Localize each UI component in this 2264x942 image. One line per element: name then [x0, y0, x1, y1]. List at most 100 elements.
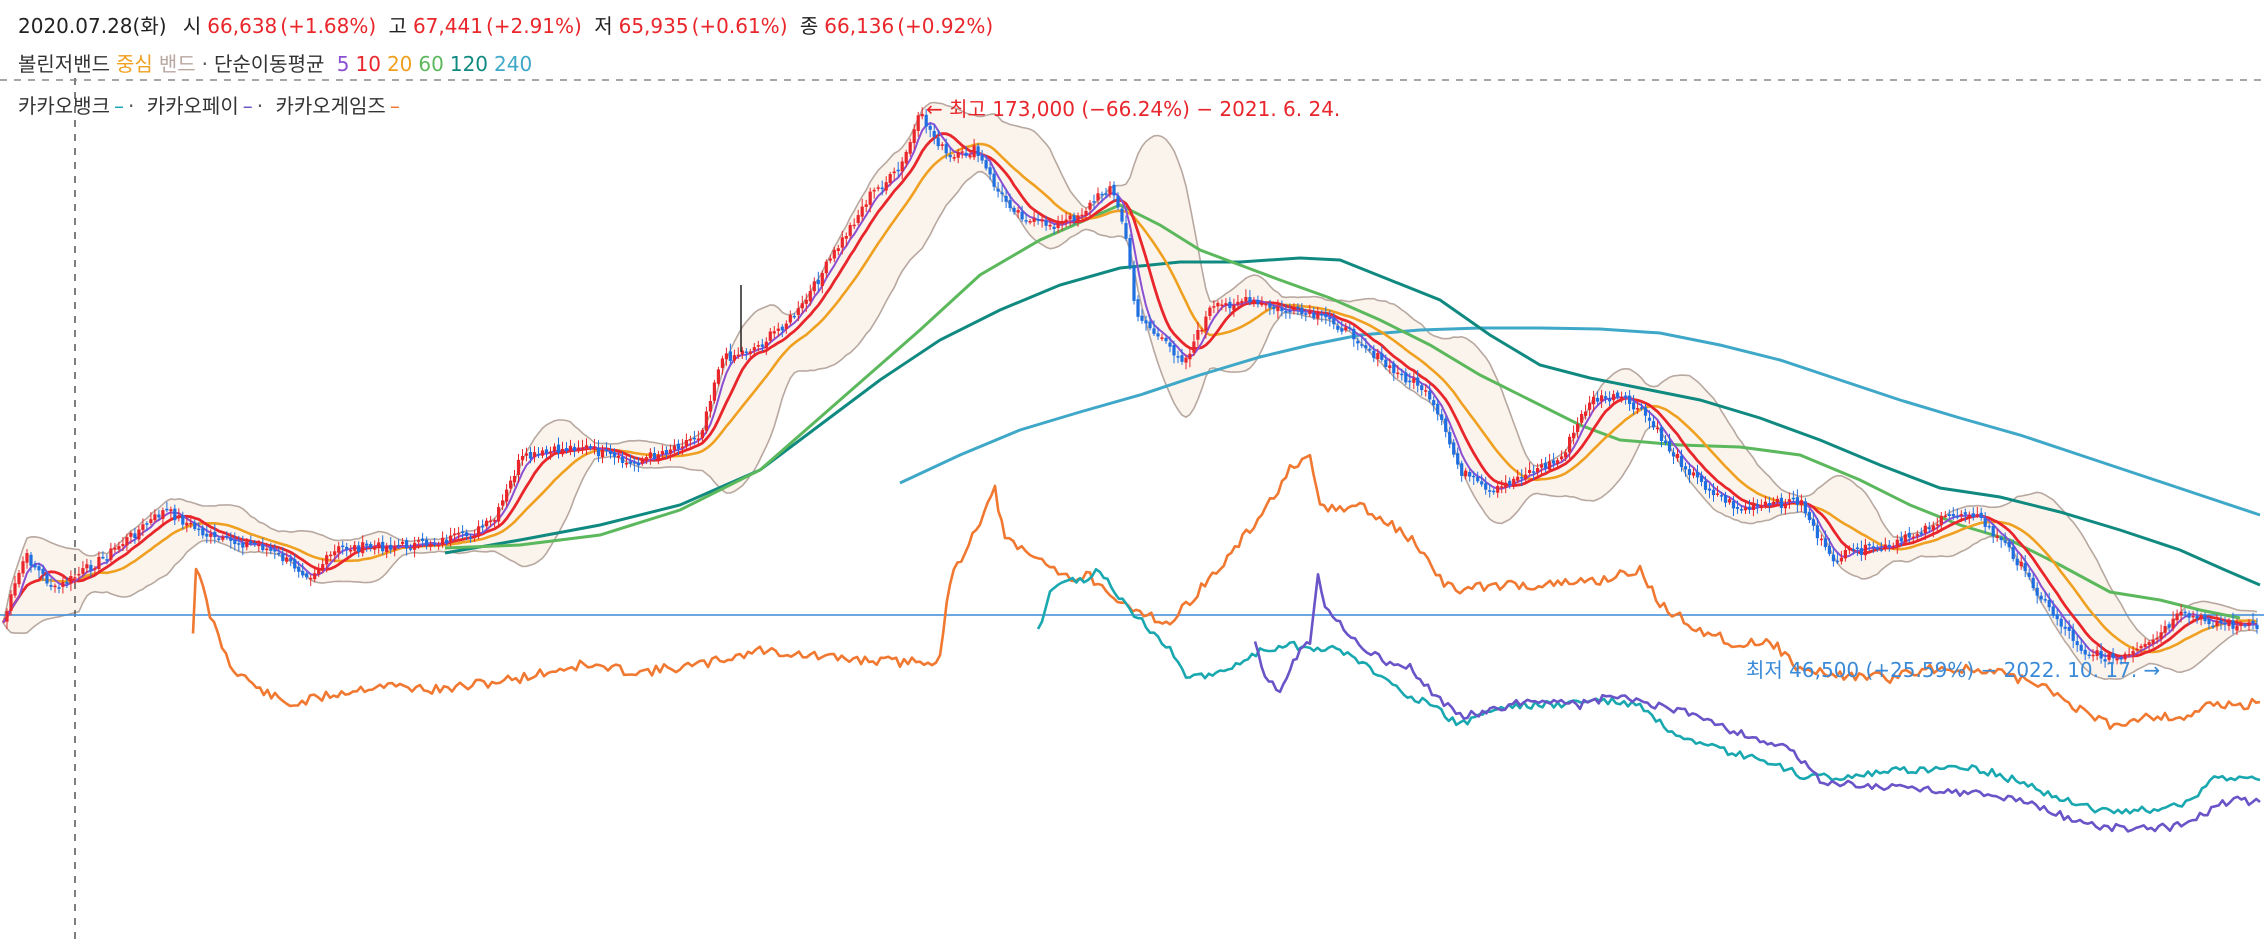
candle-body	[165, 508, 169, 511]
candle-body	[181, 515, 185, 525]
candle-body	[1759, 505, 1763, 509]
candle-body	[2223, 622, 2227, 625]
candle-body	[608, 451, 613, 455]
candle-body	[968, 155, 972, 158]
candle-body	[1903, 534, 1907, 543]
candle-body	[1000, 192, 1004, 195]
compare-kakaobank-label[interactable]: 카카오뱅크	[18, 94, 110, 118]
candle-body	[1568, 436, 1572, 453]
candle-body	[233, 540, 237, 544]
candle-body	[660, 451, 664, 455]
candle-body	[596, 447, 601, 457]
compare-kakaopay-label[interactable]: 카카오페이	[147, 94, 239, 118]
candle-body	[377, 542, 381, 548]
candle-body	[1791, 497, 1795, 500]
candle-body	[17, 573, 21, 585]
candle-body	[584, 445, 589, 449]
candle-body	[125, 537, 129, 546]
sma-label[interactable]: 단순이동평균	[214, 52, 324, 76]
candle-body	[984, 160, 988, 169]
candle-body	[1460, 463, 1464, 476]
candle-body	[628, 461, 632, 464]
candle-body	[780, 326, 784, 331]
candle-body	[1160, 337, 1164, 339]
candle-body	[1324, 314, 1328, 318]
candle-body	[413, 542, 417, 550]
candle-body	[1292, 308, 1296, 311]
candle-body	[980, 155, 984, 161]
candle-body	[1931, 525, 1935, 531]
candle-body	[1576, 424, 1580, 432]
candle-body	[1915, 534, 1919, 536]
candle-body	[497, 507, 501, 522]
candle-body	[1544, 462, 1548, 469]
candle-body	[1252, 300, 1256, 303]
candle-body	[1096, 193, 1100, 201]
candle-body	[217, 538, 221, 540]
candle-body	[560, 448, 565, 455]
candle-body	[2075, 641, 2079, 646]
candle-body	[1859, 548, 1863, 555]
candle-body	[516, 459, 521, 475]
candle-body	[437, 545, 441, 547]
candle-body	[1596, 397, 1600, 402]
candle-body	[1056, 222, 1060, 228]
candle-body	[708, 401, 712, 412]
candle-body	[972, 145, 976, 158]
price-chart[interactable]	[0, 0, 2264, 942]
candle-body	[576, 447, 581, 452]
candle-body	[1120, 208, 1124, 222]
candle-body	[1911, 536, 1915, 539]
legend-dot: ·	[128, 94, 135, 118]
candle-body	[1779, 497, 1783, 508]
candle-body	[1572, 432, 1576, 439]
high-value: 67,441	[412, 14, 483, 38]
candle-body	[2219, 620, 2223, 623]
candle-body	[61, 582, 65, 587]
candle-body	[1927, 527, 1931, 530]
candle-body	[932, 131, 936, 137]
candle-body	[928, 125, 932, 130]
candle-body	[1556, 460, 1560, 464]
candle-body	[309, 577, 313, 580]
close-label: 종	[799, 14, 819, 38]
candle-body	[892, 171, 896, 174]
legend-dot: ·	[256, 94, 264, 118]
chart-background-layer	[2, 101, 2258, 681]
sma-period-60: 60	[418, 52, 444, 76]
candle-body	[1899, 537, 1903, 542]
candle-body	[1671, 452, 1676, 457]
candle-body	[1476, 476, 1480, 482]
candle-body	[1168, 342, 1172, 347]
candle-body	[1144, 320, 1148, 324]
candle-body	[237, 543, 241, 545]
candle-body	[1703, 480, 1708, 490]
candle-body	[1955, 516, 1959, 518]
compare-kakaogames-label[interactable]: 카카오게임즈	[275, 94, 385, 118]
candle-body	[632, 462, 636, 464]
candle-body	[1975, 514, 1979, 516]
candle-body	[1508, 480, 1512, 485]
candle-body	[1236, 301, 1240, 305]
candle-body	[1020, 211, 1024, 220]
candle-body	[465, 532, 469, 537]
candle-body	[441, 537, 445, 545]
candle-body	[1320, 314, 1324, 316]
candle-body	[1264, 303, 1268, 306]
candle-body	[293, 559, 297, 569]
candle-body	[568, 445, 573, 452]
candle-body	[1332, 318, 1336, 325]
candle-body	[1512, 478, 1516, 486]
candle-body	[73, 577, 77, 579]
candle-body	[173, 508, 177, 521]
bollinger-label[interactable]: 볼린저밴드	[18, 52, 110, 76]
candle-body	[536, 453, 541, 456]
candle-body	[1999, 537, 2003, 541]
candle-body	[257, 544, 261, 547]
candle-body	[385, 545, 389, 552]
candle-body	[1276, 306, 1280, 312]
candle-body	[1628, 395, 1632, 404]
candle-body	[2063, 626, 2067, 629]
candle-body	[417, 540, 421, 542]
candle-body	[1100, 193, 1104, 196]
